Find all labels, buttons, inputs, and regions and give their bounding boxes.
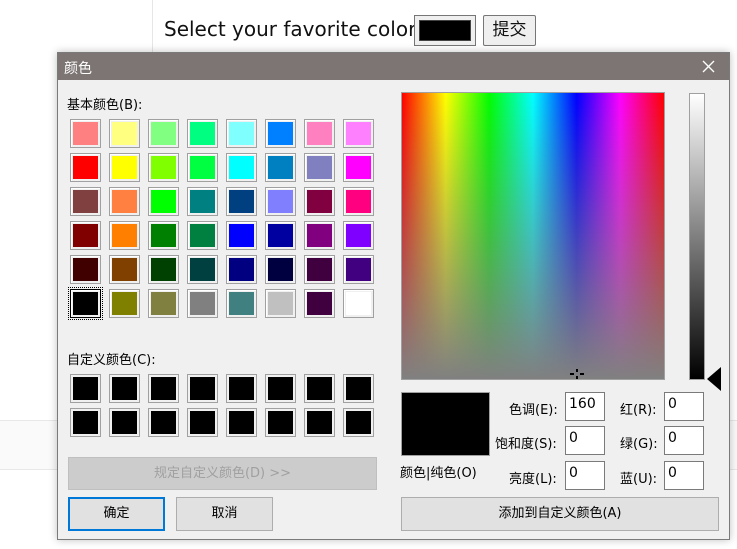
custom-color-swatch[interactable] xyxy=(265,374,296,403)
custom-color-swatch[interactable] xyxy=(343,408,374,437)
color-dialog: 颜色 基本颜色(B): 自定义颜色(C): 规定自定义颜色(D) >> 确定 取… xyxy=(57,52,730,540)
basic-color-swatch[interactable] xyxy=(70,255,101,284)
basic-color-swatch[interactable] xyxy=(265,153,296,182)
basic-color-swatch[interactable] xyxy=(304,119,335,148)
basic-color-swatch[interactable] xyxy=(70,119,101,148)
color-solid-label: 颜色|纯色(O) xyxy=(400,466,477,481)
dialog-titlebar[interactable]: 颜色 xyxy=(58,53,729,80)
basic-color-swatch[interactable] xyxy=(187,153,218,182)
basic-color-swatch[interactable] xyxy=(148,255,179,284)
basic-color-swatch[interactable] xyxy=(109,119,140,148)
define-custom-colors-button[interactable]: 规定自定义颜色(D) >> xyxy=(68,457,377,490)
basic-color-swatch[interactable] xyxy=(343,187,374,216)
basic-color-swatch[interactable] xyxy=(304,289,335,318)
basic-color-swatch[interactable] xyxy=(187,255,218,284)
basic-color-swatch[interactable] xyxy=(187,187,218,216)
crosshair-cursor xyxy=(569,369,584,379)
color-spectrum[interactable] xyxy=(401,92,665,380)
basic-color-swatch[interactable] xyxy=(70,187,101,216)
basic-color-swatch[interactable] xyxy=(109,187,140,216)
basic-color-swatch[interactable] xyxy=(148,119,179,148)
luminance-slider[interactable] xyxy=(689,93,705,380)
basic-color-swatch[interactable] xyxy=(226,221,257,250)
basic-color-swatch[interactable] xyxy=(265,221,296,250)
favorite-color-swatch xyxy=(419,20,471,41)
basic-color-swatch[interactable] xyxy=(109,255,140,284)
basic-color-swatch[interactable] xyxy=(304,153,335,182)
basic-color-swatch[interactable] xyxy=(226,119,257,148)
blue-input[interactable]: 0 xyxy=(664,461,704,490)
custom-color-swatch[interactable] xyxy=(109,374,140,403)
basic-color-swatch[interactable] xyxy=(343,221,374,250)
basic-color-swatch[interactable] xyxy=(109,221,140,250)
green-label: 绿(G): xyxy=(620,437,658,452)
cancel-button[interactable]: 取消 xyxy=(176,497,273,531)
red-input[interactable]: 0 xyxy=(664,392,704,421)
basic-color-swatch[interactable] xyxy=(265,187,296,216)
basic-color-swatch[interactable] xyxy=(304,187,335,216)
color-preview xyxy=(401,392,490,456)
custom-color-swatch[interactable] xyxy=(148,374,179,403)
add-to-custom-colors-button[interactable]: 添加到自定义颜色(A) xyxy=(401,497,719,531)
basic-color-swatch[interactable] xyxy=(265,119,296,148)
basic-color-swatch[interactable] xyxy=(70,221,101,250)
basic-color-swatch[interactable] xyxy=(109,289,140,318)
custom-colors-label: 自定义颜色(C): xyxy=(67,353,156,368)
basic-color-swatch[interactable] xyxy=(187,119,218,148)
submit-button[interactable]: 提交 xyxy=(483,15,536,46)
luminance-arrow-icon[interactable] xyxy=(707,367,721,391)
custom-color-swatch[interactable] xyxy=(70,374,101,403)
basic-color-swatch[interactable] xyxy=(226,289,257,318)
basic-color-swatch[interactable] xyxy=(304,255,335,284)
basic-color-swatch[interactable] xyxy=(70,153,101,182)
basic-color-swatch[interactable] xyxy=(109,153,140,182)
favorite-color-label: Select your favorite color: xyxy=(164,17,423,41)
custom-color-swatch[interactable] xyxy=(226,408,257,437)
basic-colors-label: 基本颜色(B): xyxy=(67,98,143,113)
custom-color-swatch[interactable] xyxy=(304,408,335,437)
custom-color-swatch[interactable] xyxy=(265,408,296,437)
green-input[interactable]: 0 xyxy=(664,426,704,455)
close-icon xyxy=(702,60,715,73)
close-button[interactable] xyxy=(689,53,729,80)
blue-label: 蓝(U): xyxy=(620,472,658,487)
dialog-title: 颜色 xyxy=(64,61,92,77)
basic-color-swatch[interactable] xyxy=(187,221,218,250)
custom-color-swatch[interactable] xyxy=(304,374,335,403)
custom-color-swatch[interactable] xyxy=(109,408,140,437)
basic-color-swatch[interactable] xyxy=(226,255,257,284)
luminance-input[interactable]: 0 xyxy=(565,461,605,490)
custom-color-swatch[interactable] xyxy=(226,374,257,403)
basic-color-swatch[interactable] xyxy=(304,221,335,250)
basic-color-swatch[interactable] xyxy=(148,187,179,216)
custom-color-swatch[interactable] xyxy=(187,374,218,403)
hue-input[interactable]: 160 xyxy=(565,392,605,421)
luminance-label: 亮度(L): xyxy=(509,472,557,487)
custom-color-swatch[interactable] xyxy=(187,408,218,437)
basic-color-swatch[interactable] xyxy=(343,255,374,284)
basic-color-swatch[interactable] xyxy=(148,221,179,250)
basic-color-swatch[interactable] xyxy=(68,287,103,320)
saturation-label: 饱和度(S): xyxy=(495,437,557,452)
basic-color-swatch[interactable] xyxy=(226,153,257,182)
custom-color-swatch[interactable] xyxy=(343,374,374,403)
red-label: 红(R): xyxy=(620,403,657,418)
basic-color-swatch[interactable] xyxy=(148,289,179,318)
basic-color-swatch[interactable] xyxy=(343,119,374,148)
custom-color-swatch[interactable] xyxy=(70,408,101,437)
basic-color-swatch[interactable] xyxy=(148,153,179,182)
basic-color-swatch[interactable] xyxy=(187,289,218,318)
basic-color-swatch[interactable] xyxy=(265,255,296,284)
basic-color-swatch[interactable] xyxy=(343,153,374,182)
basic-color-swatch[interactable] xyxy=(343,289,374,318)
custom-color-swatch[interactable] xyxy=(148,408,179,437)
hue-label: 色调(E): xyxy=(509,403,558,418)
saturation-input[interactable]: 0 xyxy=(565,426,605,455)
basic-color-swatch[interactable] xyxy=(226,187,257,216)
ok-button[interactable]: 确定 xyxy=(68,497,165,531)
basic-color-swatch[interactable] xyxy=(265,289,296,318)
favorite-color-input[interactable] xyxy=(414,15,476,46)
